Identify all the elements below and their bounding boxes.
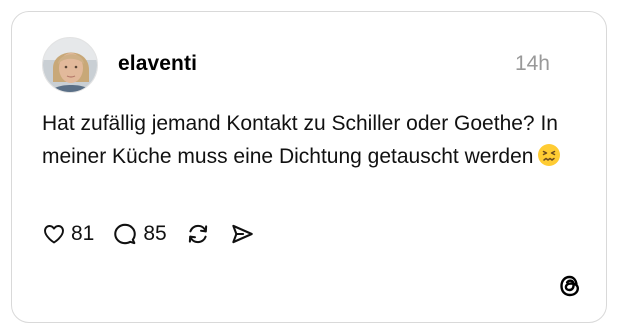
threads-logo-icon[interactable] xyxy=(556,272,584,300)
share-button[interactable] xyxy=(229,221,255,247)
like-count: 81 xyxy=(71,222,95,245)
confounded-face-emoji xyxy=(537,143,561,167)
post-card: elaventi 14h Hat zufällig jemand Kontakt… xyxy=(11,11,607,323)
comment-icon xyxy=(112,221,138,247)
send-icon xyxy=(229,221,255,247)
timestamp: 14h xyxy=(514,52,550,75)
repost-icon xyxy=(185,221,211,247)
post-body: Hat zufällig jemand Kontakt zu Schiller … xyxy=(42,112,558,168)
username[interactable]: elaventi xyxy=(118,52,197,76)
repost-button[interactable] xyxy=(185,221,211,247)
avatar[interactable] xyxy=(42,37,98,93)
reply-button[interactable]: 85 xyxy=(112,221,167,247)
heart-icon xyxy=(42,222,66,246)
reply-count: 85 xyxy=(143,222,167,245)
post-text: Hat zufällig jemand Kontakt zu Schiller … xyxy=(42,107,582,173)
like-button[interactable]: 81 xyxy=(42,222,94,246)
action-bar: 81 85 xyxy=(42,219,273,249)
